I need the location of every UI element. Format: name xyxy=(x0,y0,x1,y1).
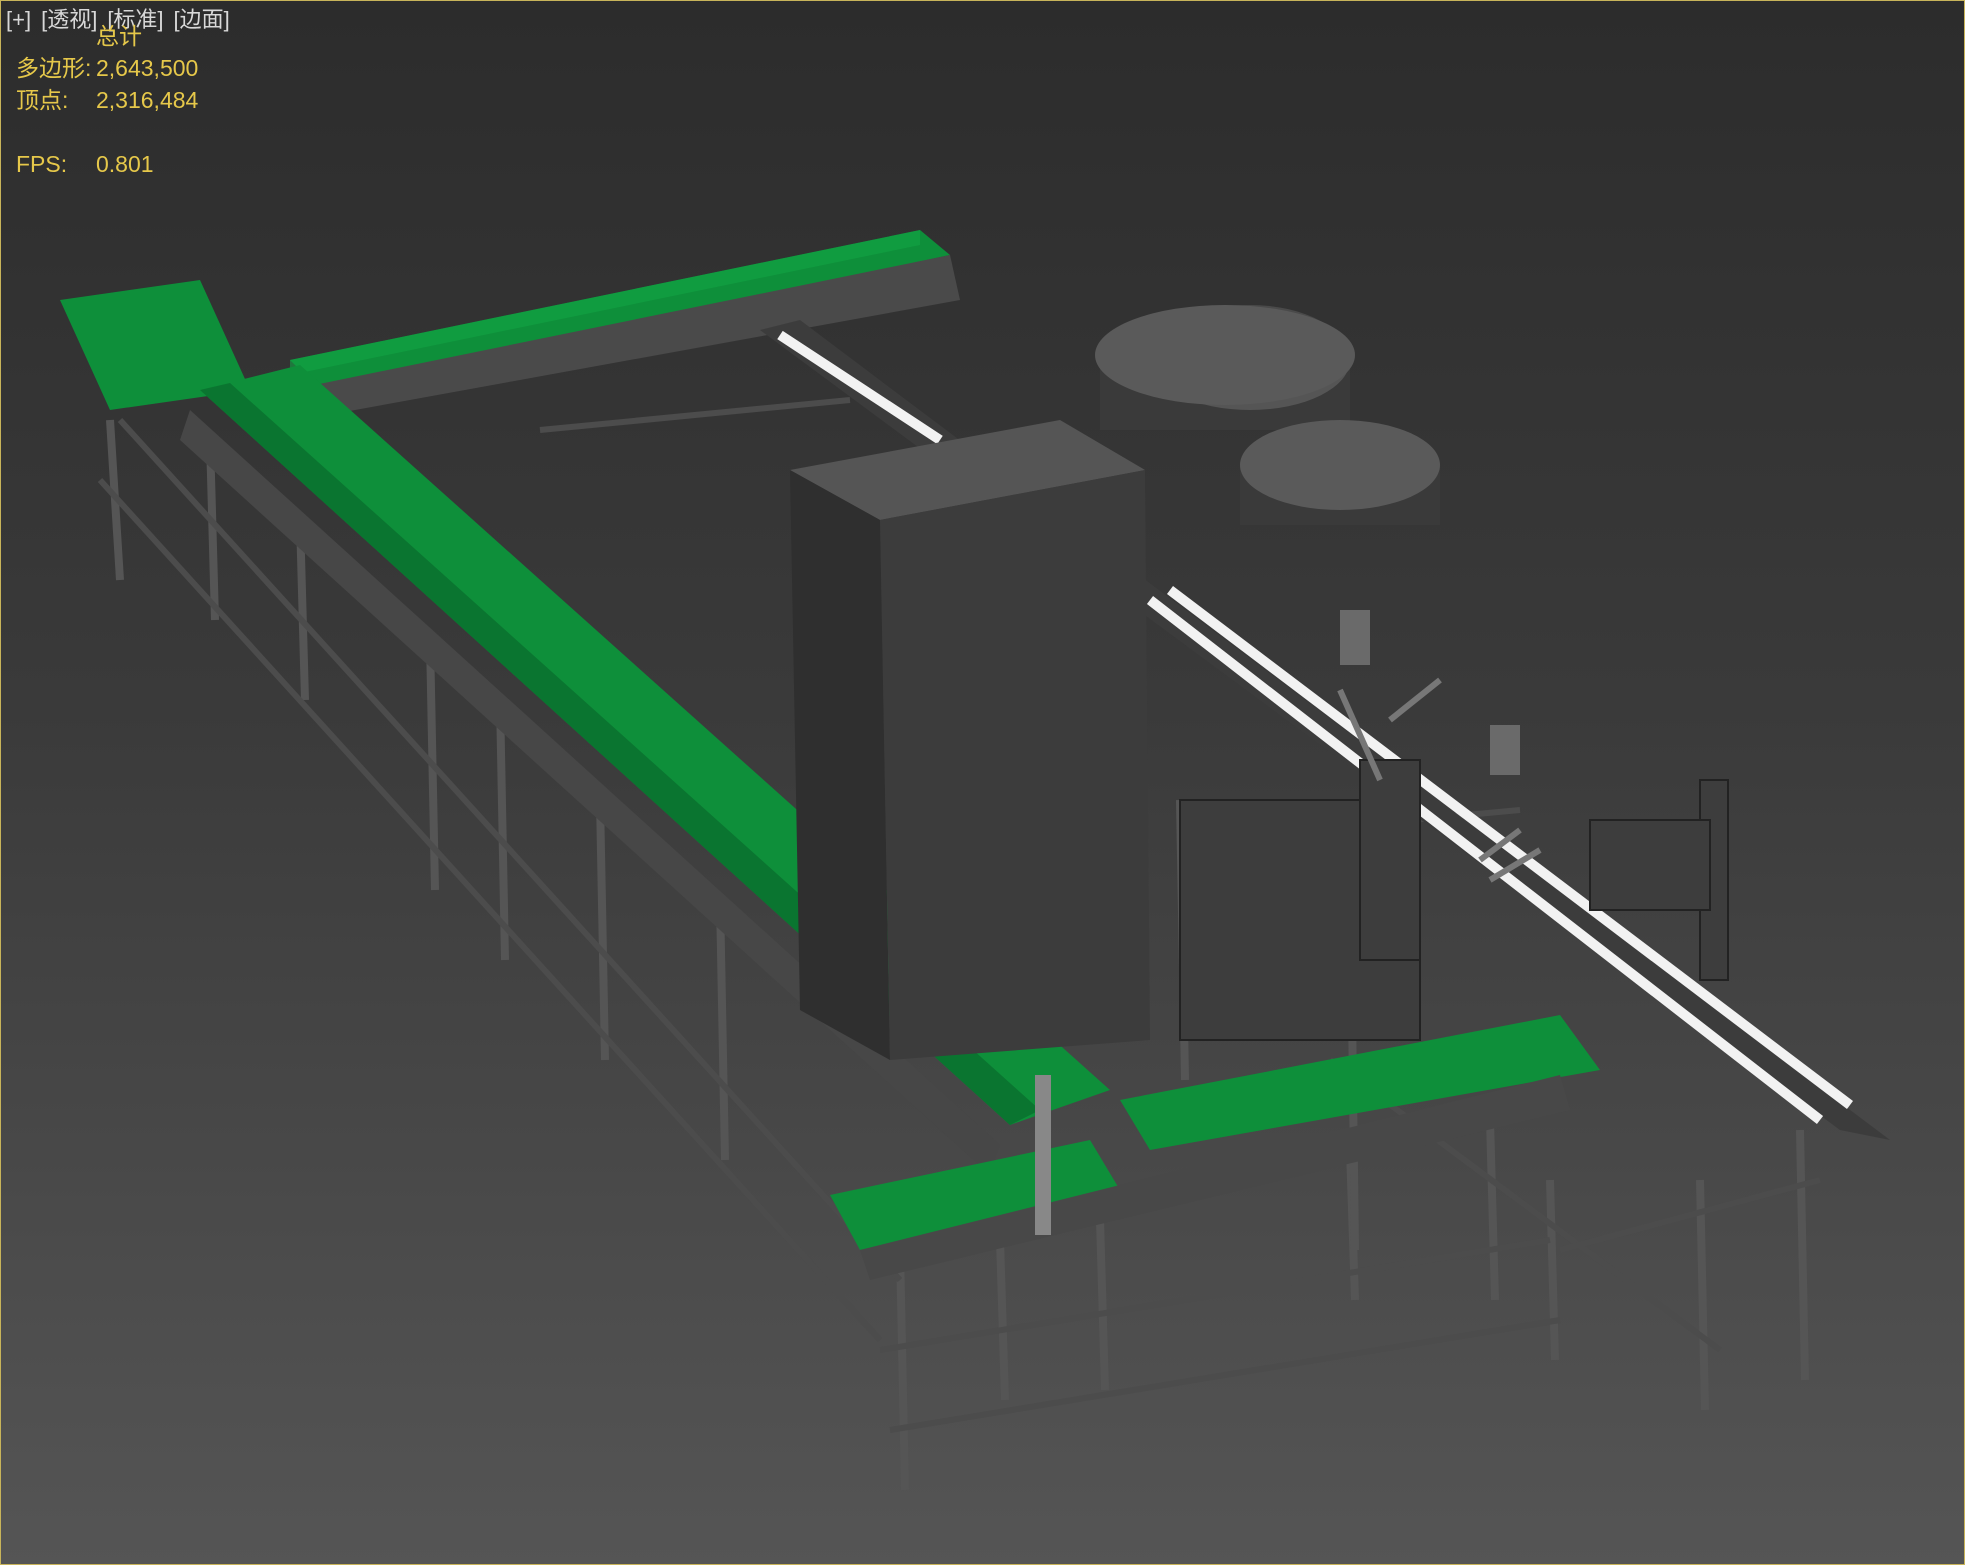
stats-polygons-row: 多边形: 2,643,500 xyxy=(16,52,198,84)
stats-fps-row: FPS: 0.801 xyxy=(16,148,198,180)
fps-label: FPS: xyxy=(16,151,68,177)
stats-title: 总计 xyxy=(96,23,142,49)
3d-viewport[interactable] xyxy=(0,0,1965,1565)
cabinet-side xyxy=(790,470,890,1060)
polygons-value: 2,643,500 xyxy=(96,55,199,81)
polygons-label: 多边形: xyxy=(16,55,92,81)
statistics-overlay: 总计 多边形: 2,643,500 顶点: 2,316,484 FPS: 0.8… xyxy=(16,20,198,180)
tank-large-top xyxy=(1095,305,1355,405)
vertices-value: 2,316,484 xyxy=(96,87,199,113)
vertical-post xyxy=(1035,1075,1051,1235)
stats-vertices-row: 顶点: 2,316,484 xyxy=(16,84,198,116)
tank-small-top xyxy=(1240,420,1440,510)
vertices-label: 顶点: xyxy=(16,87,69,113)
scene-render xyxy=(60,230,1890,1491)
fps-value: 0.801 xyxy=(96,151,154,177)
cabinet-front xyxy=(880,470,1150,1060)
